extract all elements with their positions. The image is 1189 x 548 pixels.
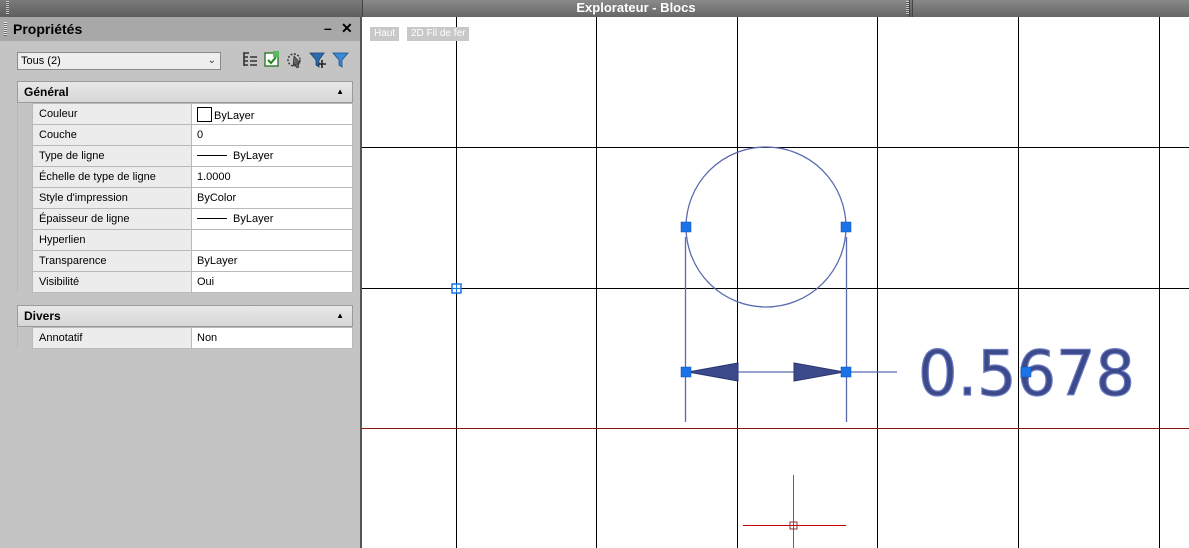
table-row[interactable]: Hyperlien: [17, 229, 353, 251]
prop-value[interactable]: Non: [191, 327, 353, 349]
table-row[interactable]: Épaisseur de ligne ByLayer: [17, 208, 353, 230]
right-pane-title: [912, 0, 1189, 17]
misc-properties-table: Annotatif Non: [17, 327, 353, 349]
prop-name: Style d'impression: [32, 187, 192, 209]
prop-value[interactable]: 0: [191, 124, 353, 146]
window-title: Explorateur - Blocs: [362, 0, 910, 17]
prop-name: Couleur: [32, 103, 192, 125]
grip-icon[interactable]: [4, 22, 7, 36]
tree-filter-icon[interactable]: [240, 50, 260, 70]
base-point-icon[interactable]: [451, 283, 462, 294]
panel-title: Propriétés: [13, 21, 83, 37]
table-row[interactable]: Annotatif Non: [17, 327, 353, 349]
table-row[interactable]: Échelle de type de ligne 1.0000: [17, 166, 353, 188]
section-general-title: Général: [24, 85, 69, 99]
prop-value[interactable]: ByLayer: [191, 250, 353, 272]
selection-dropdown[interactable]: Tous (2) ⌄: [17, 52, 221, 70]
grip-icon[interactable]: [840, 366, 852, 378]
circle-entity[interactable]: [685, 146, 847, 308]
prop-value[interactable]: Oui: [191, 271, 353, 293]
prop-value[interactable]: [191, 229, 353, 251]
visual-style-label[interactable]: 2D Fil de fer: [407, 27, 470, 41]
grip-icon[interactable]: [680, 221, 692, 233]
table-row[interactable]: Transparence ByLayer: [17, 250, 353, 272]
line-sample-icon: [197, 155, 227, 156]
minimize-button[interactable]: –: [324, 20, 332, 36]
grip-icon[interactable]: [840, 221, 852, 233]
collapse-icon[interactable]: ▲: [336, 306, 344, 326]
prop-name: Annotatif: [32, 327, 192, 349]
prop-value[interactable]: 1.0000: [191, 166, 353, 188]
top-bar: Explorateur - Blocs: [0, 0, 1189, 17]
quick-select-icon[interactable]: [262, 50, 282, 70]
grid: [362, 17, 1189, 548]
section-misc-header[interactable]: Divers ▲: [17, 305, 353, 327]
prop-value-color[interactable]: ByLayer: [191, 103, 353, 125]
filter-icon[interactable]: [331, 50, 351, 70]
prop-value-lineweight[interactable]: ByLayer: [191, 208, 353, 230]
drawing-canvas[interactable]: 0.5678: [362, 17, 1189, 548]
color-swatch-icon: [197, 106, 212, 122]
drawing-viewport[interactable]: 0.5678 Haut 2D Fil de fer: [362, 17, 1189, 548]
table-row[interactable]: Visibilité Oui: [17, 271, 353, 293]
pane-grip[interactable]: [906, 1, 909, 15]
chevron-down-icon: ⌄: [207, 55, 216, 66]
table-row[interactable]: Style d'impression ByColor: [17, 187, 353, 209]
select-objects-icon[interactable]: [285, 50, 305, 70]
properties-panel: Propriétés – ✕ Tous (2) ⌄ Général ▲ Coul…: [0, 17, 362, 548]
collapse-icon[interactable]: ▲: [336, 82, 344, 102]
prop-value[interactable]: ByColor: [191, 187, 353, 209]
panel-grip[interactable]: [6, 1, 9, 15]
ucs-origin-icon: [743, 475, 846, 548]
section-misc-title: Divers: [24, 309, 61, 323]
table-row[interactable]: Couche 0: [17, 124, 353, 146]
dimension-entity[interactable]: 0.5678: [684, 237, 1136, 422]
line-sample-icon: [197, 218, 227, 219]
selection-value: Tous (2): [21, 55, 61, 67]
prop-name: Échelle de type de ligne: [32, 166, 192, 188]
section-general-header[interactable]: Général ▲: [17, 81, 353, 103]
panel-header: Propriétés – ✕: [0, 17, 360, 41]
close-button[interactable]: ✕: [341, 20, 353, 36]
toggle-pickadd-icon[interactable]: [308, 50, 328, 70]
general-properties-table: Couleur ByLayer Couche 0 Type de ligne B…: [17, 103, 353, 293]
prop-name: Visibilité: [32, 271, 192, 293]
grip-icon[interactable]: [1020, 366, 1032, 378]
table-row[interactable]: Couleur ByLayer: [17, 103, 353, 125]
table-row[interactable]: Type de ligne ByLayer: [17, 145, 353, 167]
view-label[interactable]: Haut: [370, 27, 400, 41]
prop-name: Épaisseur de ligne: [32, 208, 192, 230]
prop-value-linetype[interactable]: ByLayer: [191, 145, 353, 167]
prop-name: Hyperlien: [32, 229, 192, 251]
prop-name: Transparence: [32, 250, 192, 272]
prop-name: Type de ligne: [32, 145, 192, 167]
grip-icon[interactable]: [680, 366, 692, 378]
prop-name: Couche: [32, 124, 192, 146]
